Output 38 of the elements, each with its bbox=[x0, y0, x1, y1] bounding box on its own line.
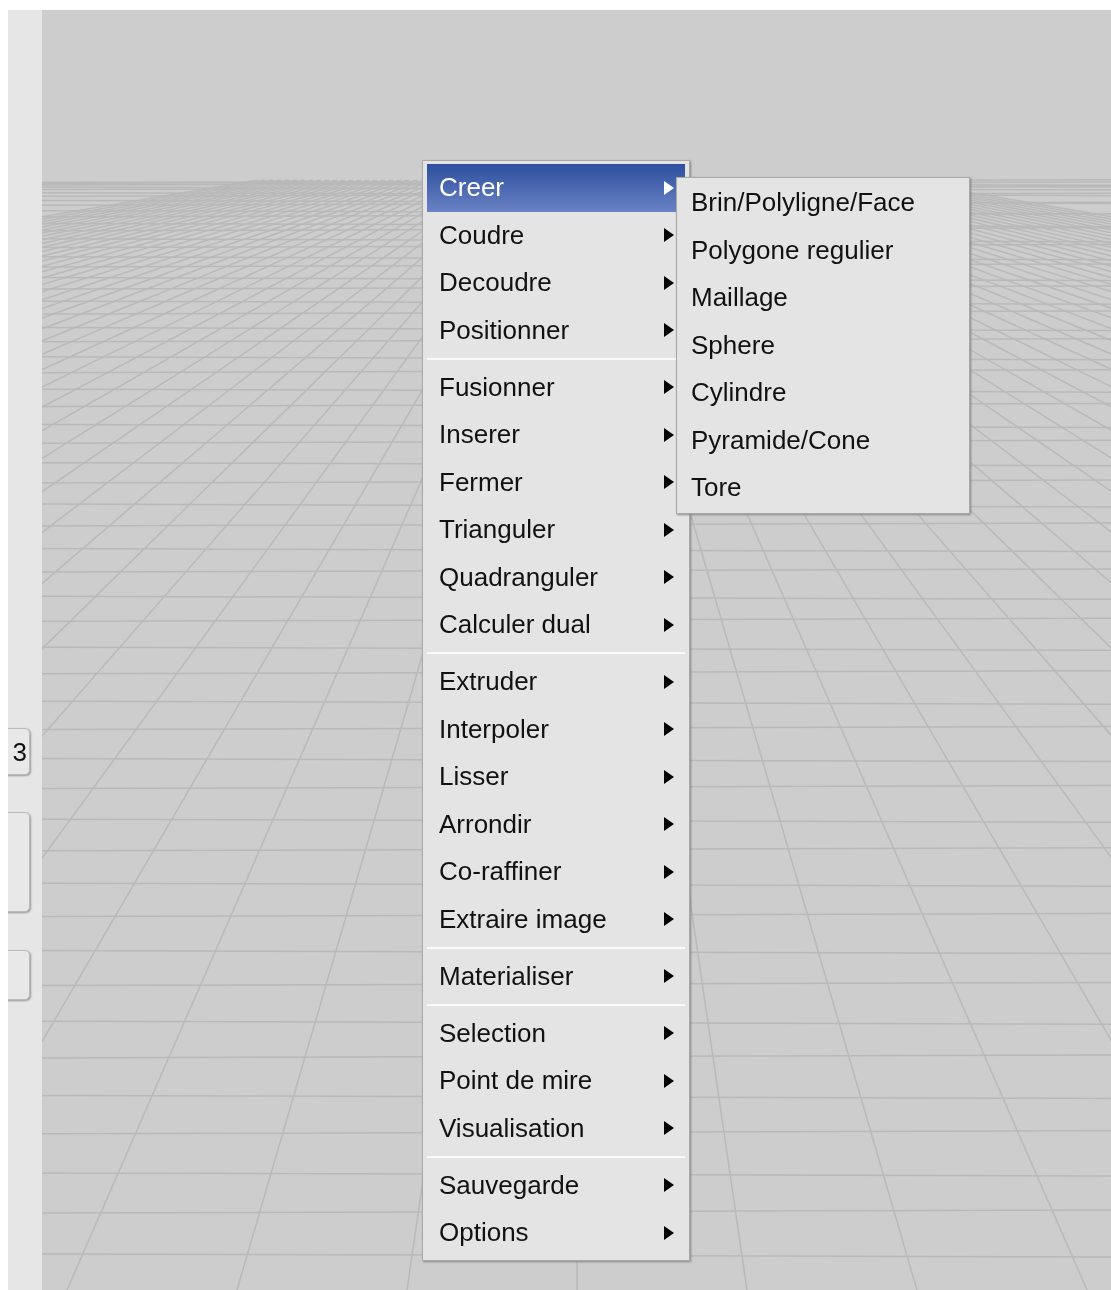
menu-item-label: Co-raffiner bbox=[439, 855, 562, 889]
menu-item[interactable]: Quadranguler bbox=[427, 553, 685, 601]
menu-item[interactable]: Extraire image bbox=[427, 895, 685, 943]
menu-item-label: Fermer bbox=[439, 465, 523, 499]
menu-item-label: Interpoler bbox=[439, 712, 549, 746]
menu-item-label: Options bbox=[439, 1216, 529, 1250]
menu-item-label: Calculer dual bbox=[439, 608, 591, 642]
menu-item-label: Extraire image bbox=[439, 902, 607, 936]
menu-item[interactable]: Co-raffiner bbox=[427, 848, 685, 896]
menu-item[interactable]: Materialiser bbox=[427, 952, 685, 1000]
menu-item[interactable]: Selection bbox=[427, 1009, 685, 1057]
menu-item[interactable]: Lisser bbox=[427, 753, 685, 801]
menu-item[interactable]: Visualisation bbox=[427, 1104, 685, 1152]
menu-item-label: Sauvegarde bbox=[439, 1168, 580, 1202]
menu-item[interactable]: Point de mire bbox=[427, 1057, 685, 1105]
menu-item[interactable]: Sauvegarde bbox=[427, 1161, 685, 1209]
menu-item-label: Arrondir bbox=[439, 807, 532, 841]
menu-item[interactable]: Options bbox=[427, 1209, 685, 1257]
menu-item[interactable]: Creer bbox=[427, 164, 685, 212]
menu-item-label: Quadranguler bbox=[439, 560, 598, 594]
menu-item[interactable]: Interpoler bbox=[427, 705, 685, 753]
menu-item-label: Materialiser bbox=[439, 959, 574, 993]
menu-item-label: Positionner bbox=[439, 313, 570, 347]
panel-button[interactable]: 3 bbox=[8, 728, 30, 775]
menu-item[interactable]: Extruder bbox=[427, 658, 685, 706]
menu-item[interactable]: Arrondir bbox=[427, 800, 685, 848]
menu-item-label: Selection bbox=[439, 1016, 546, 1050]
menu-item-label: Creer bbox=[439, 171, 504, 205]
menu-item-label: Point de mire bbox=[439, 1064, 593, 1098]
menu-item[interactable]: Calculer dual bbox=[427, 601, 685, 649]
menu-item-label: Extruder bbox=[439, 665, 538, 699]
menu-item-label: Lisser bbox=[439, 760, 509, 794]
menu-item-label: Inserer bbox=[439, 418, 520, 452]
menu-item-label: Trianguler bbox=[439, 513, 556, 547]
menu-item-label: Decoudre bbox=[439, 266, 552, 300]
menu-item-label: Coudre bbox=[439, 218, 525, 252]
menu-item-label: Visualisation bbox=[439, 1111, 585, 1145]
menu-item-label: Fusionner bbox=[439, 370, 555, 404]
